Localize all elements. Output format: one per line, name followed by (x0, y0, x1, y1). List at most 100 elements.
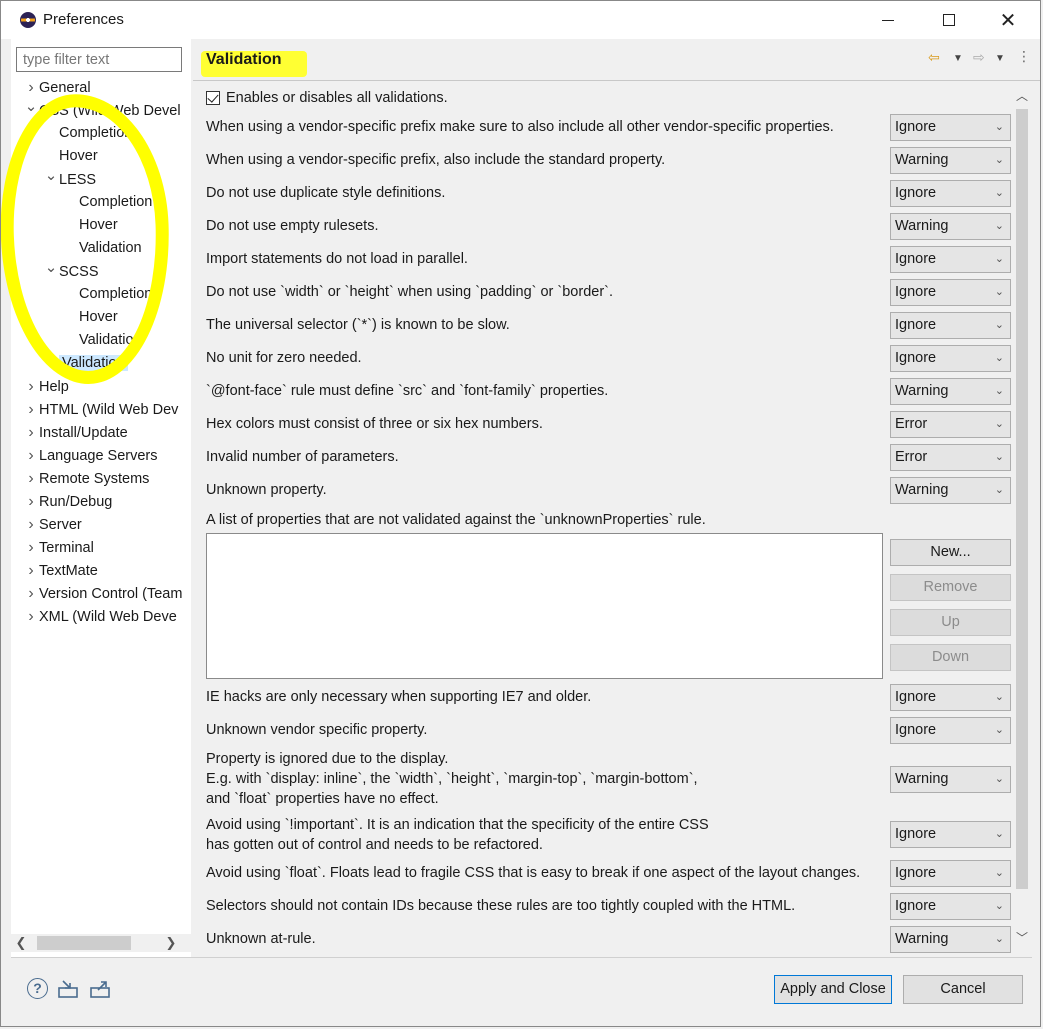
up-button[interactable]: Up (890, 609, 1011, 636)
chevron-down-icon: ⌄ (994, 773, 1004, 785)
tree-item[interactable]: › XML (Wild Web Deve (23, 606, 177, 627)
rule-label: `@font-face` rule must define `src` and … (206, 383, 609, 399)
tree-item-label: Language Servers (39, 448, 158, 464)
tree-item[interactable]: › Install/Update (23, 422, 127, 443)
chevron-down-icon: ⌄ (994, 867, 1004, 879)
tree-item[interactable]: › TextMate (23, 560, 98, 581)
page-vertical-scrollbar[interactable]: ︿ ﹀ (1013, 81, 1031, 957)
close-icon: ✕ (999, 8, 1017, 32)
view-menu-icon[interactable]: ⋮ (1017, 48, 1031, 65)
severity-value: Warning (895, 482, 949, 498)
severity-value: Ignore (895, 284, 937, 300)
export-icon[interactable] (89, 978, 111, 999)
tree-item[interactable]: › Terminal (23, 537, 93, 558)
expand-chevron-icon[interactable]: › (23, 606, 39, 627)
bottom-divider (11, 957, 1032, 958)
new-button[interactable]: New... (890, 539, 1011, 566)
chevron-down-icon: ⌄ (994, 220, 1004, 232)
rule-label: No unit for zero needed. (206, 350, 362, 366)
expand-chevron-icon[interactable]: › (23, 583, 39, 604)
rule-label: Selectors should not contain IDs because… (206, 898, 796, 914)
expand-chevron-icon[interactable]: › (23, 491, 39, 512)
scroll-down-icon[interactable]: ﹀ (1013, 929, 1031, 946)
severity-dropdown[interactable]: Ignore ⌄ (890, 860, 1011, 887)
severity-dropdown[interactable]: Ignore ⌄ (890, 246, 1011, 273)
maximize-button[interactable] (926, 1, 972, 39)
ignored-properties-label: A list of properties that are not valida… (206, 512, 706, 528)
scroll-left-icon[interactable]: ❮ (13, 934, 29, 952)
severity-dropdown[interactable]: Warning ⌄ (890, 147, 1011, 174)
apply-and-close-button[interactable]: Apply and Close (774, 975, 892, 1004)
severity-dropdown[interactable]: Ignore ⌄ (890, 180, 1011, 207)
severity-dropdown[interactable]: Ignore ⌄ (890, 893, 1011, 920)
severity-value: Ignore (895, 722, 937, 738)
severity-dropdown[interactable]: Ignore ⌄ (890, 312, 1011, 339)
checkbox-checked-icon[interactable] (206, 91, 220, 105)
chevron-down-icon: ⌄ (994, 187, 1004, 199)
severity-dropdown[interactable]: Warning ⌄ (890, 477, 1011, 504)
forward-arrow-icon[interactable]: ⇨ (973, 49, 985, 66)
expand-chevron-icon[interactable]: › (23, 468, 39, 489)
rule-label: The universal selector (`*`) is known to… (206, 317, 510, 333)
expand-chevron-icon[interactable]: › (23, 399, 39, 420)
tree-item-label: General (39, 80, 91, 96)
maximize-icon (943, 14, 955, 26)
remove-button[interactable]: Remove (890, 574, 1011, 601)
chevron-down-icon: ⌄ (994, 154, 1004, 166)
tree-item[interactable]: › Server (23, 514, 81, 535)
back-history-dropdown-icon[interactable]: ▼ (953, 53, 963, 64)
severity-dropdown[interactable]: Ignore ⌄ (890, 821, 1011, 848)
expand-chevron-icon[interactable]: › (23, 445, 39, 466)
severity-dropdown[interactable]: Error ⌄ (890, 444, 1011, 471)
minimize-button[interactable] (865, 1, 911, 39)
severity-value: Ignore (895, 251, 937, 267)
title-bar: Preferences ✕ (1, 1, 1040, 39)
severity-dropdown[interactable]: Warning ⌄ (890, 213, 1011, 240)
tree-item[interactable]: › Run/Debug (23, 491, 112, 512)
close-button[interactable]: ✕ (985, 1, 1031, 39)
severity-dropdown[interactable]: Ignore ⌄ (890, 114, 1011, 141)
chevron-down-icon: ⌄ (994, 484, 1004, 496)
tree-item[interactable]: › Version Control (Team (23, 583, 182, 604)
scroll-up-icon[interactable]: ︿ (1013, 87, 1031, 104)
help-icon[interactable]: ? (27, 978, 48, 999)
expand-chevron-icon[interactable]: › (23, 560, 39, 581)
expand-chevron-icon[interactable]: › (23, 77, 39, 98)
back-arrow-icon[interactable]: ⇦ (928, 49, 940, 66)
tree-item[interactable]: › Language Servers (23, 445, 158, 466)
severity-dropdown[interactable]: Warning ⌄ (890, 766, 1011, 793)
expand-chevron-icon[interactable]: › (23, 376, 39, 397)
expand-chevron-icon[interactable]: › (23, 537, 39, 558)
down-button[interactable]: Down (890, 644, 1011, 671)
scrollbar-thumb[interactable] (37, 936, 131, 950)
severity-dropdown[interactable]: Ignore ⌄ (890, 684, 1011, 711)
chevron-down-icon: ⌄ (994, 828, 1004, 840)
tree-item[interactable]: › Remote Systems (23, 468, 149, 489)
expand-chevron-icon[interactable]: › (23, 422, 39, 443)
scroll-right-icon[interactable]: ❯ (163, 934, 179, 952)
tree-horizontal-scrollbar[interactable]: ❮ ❯ (11, 934, 191, 952)
severity-dropdown[interactable]: Ignore ⌄ (890, 345, 1011, 372)
chevron-down-icon: ⌄ (994, 253, 1004, 265)
scrollbar-thumb[interactable] (1016, 109, 1028, 889)
filter-input[interactable] (16, 47, 182, 72)
severity-value: Warning (895, 152, 949, 168)
severity-dropdown[interactable]: Warning ⌄ (890, 926, 1011, 953)
tree-item[interactable]: › HTML (Wild Web Dev (23, 399, 178, 420)
severity-dropdown[interactable]: Ignore ⌄ (890, 279, 1011, 306)
severity-value: Ignore (895, 317, 937, 333)
forward-history-dropdown-icon[interactable]: ▼ (995, 53, 1005, 64)
severity-dropdown[interactable]: Error ⌄ (890, 411, 1011, 438)
ignored-properties-list[interactable] (206, 533, 883, 679)
severity-dropdown[interactable]: Ignore ⌄ (890, 717, 1011, 744)
chevron-down-icon: ⌄ (994, 286, 1004, 298)
enable-all-validations-checkbox[interactable]: Enables or disables all validations. (206, 90, 448, 106)
import-icon[interactable] (57, 978, 79, 999)
tree-item[interactable]: › Help (23, 376, 69, 397)
tree-item-label: XML (Wild Web Deve (39, 609, 177, 625)
cancel-button[interactable]: Cancel (903, 975, 1023, 1004)
severity-dropdown[interactable]: Warning ⌄ (890, 378, 1011, 405)
expand-chevron-icon[interactable]: › (23, 514, 39, 535)
severity-value: Error (895, 449, 928, 465)
severity-value: Warning (895, 383, 949, 399)
